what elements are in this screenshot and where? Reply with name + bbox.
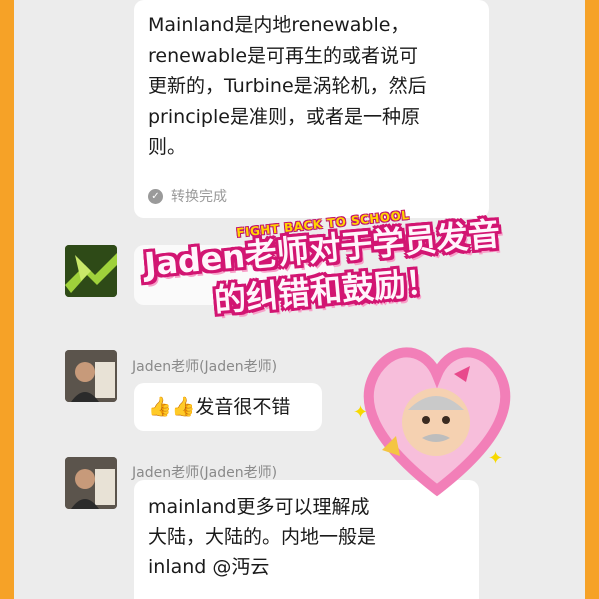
message-line: inland @沔云 xyxy=(148,556,270,578)
message-line: principle是准则，或者是一种原 xyxy=(148,105,420,128)
check-circle-icon: ✓ xyxy=(148,188,163,204)
banner-headline: Jaden老师对于学员发音 的纠错和鼓励！ xyxy=(101,209,547,331)
message-bubble-1[interactable]: Mainland是内地renewable， renewable是可再生的或者说可… xyxy=(134,0,489,218)
heart-sticker-icon xyxy=(352,330,522,500)
message-line: 则。 xyxy=(148,136,187,158)
message-line: Mainland是内地renewable， xyxy=(148,14,410,36)
message-bubble-2[interactable]: 👍👍发音很不错 xyxy=(134,383,322,431)
frame-right xyxy=(585,0,599,599)
frame-left xyxy=(0,0,14,599)
chat-screen: Mainland是内地renewable， renewable是可再生的或者说可… xyxy=(14,0,585,599)
message-text-1: Mainland是内地renewable， renewable是可再生的或者说可… xyxy=(148,10,478,163)
sparkle-icon: ✦ xyxy=(353,402,369,423)
message-line: renewable是可再生的或者说可 xyxy=(148,44,419,67)
avatar[interactable] xyxy=(65,350,117,402)
message-line: 大陆，大陆的。内地一般是 xyxy=(148,526,377,548)
status-text: 转换完成 xyxy=(171,189,227,205)
message-text-2: 👍👍发音很不错 xyxy=(148,396,291,418)
sender-name: Jaden老师(Jaden老师) xyxy=(132,465,278,481)
message-text-3: mainland更多可以理解成 大陆，大陆的。内地一般是 inland @沔云 xyxy=(148,492,468,582)
sender-name: Jaden老师(Jaden老师) xyxy=(132,359,278,375)
avatar[interactable] xyxy=(65,457,117,509)
sparkle-icon: ✦ xyxy=(488,448,504,469)
conversion-status: ✓ 转换完成 xyxy=(148,186,227,206)
message-line: 更新的，Turbine是涡轮机，然后 xyxy=(148,75,427,97)
